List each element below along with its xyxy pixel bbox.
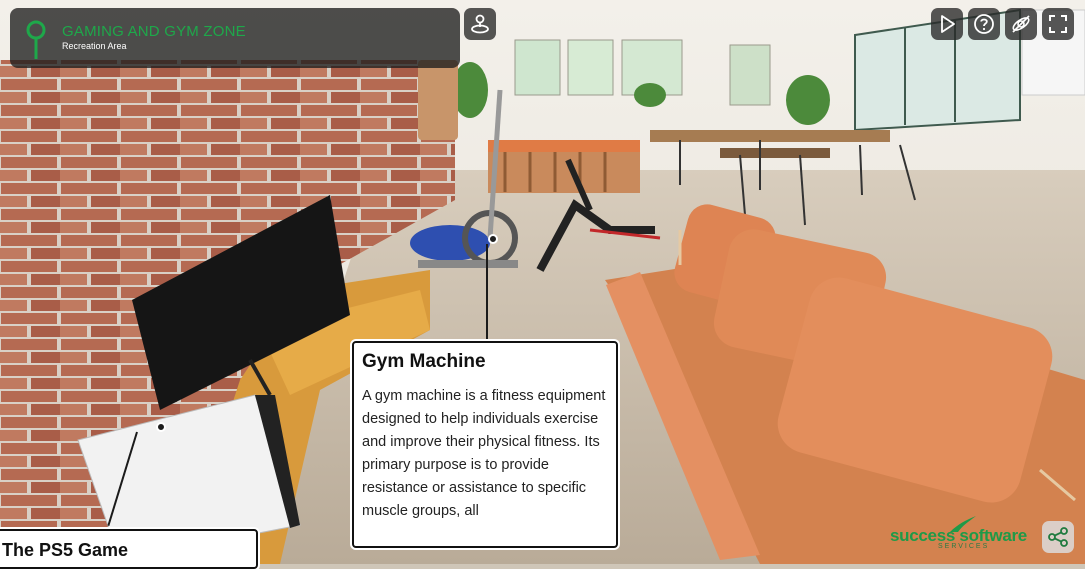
gym-card-title: Gym Machine — [362, 351, 486, 372]
play-icon — [941, 15, 955, 33]
ps5-hotspot-marker[interactable] — [156, 422, 166, 432]
ps5-card-title: The PS5 Game — [2, 540, 129, 560]
gym-card-description: A gym machine is a fitness equipment des… — [362, 388, 606, 519]
location-subtitle: Recreation Area — [62, 41, 127, 51]
map-joystick-button[interactable] — [464, 8, 496, 40]
gym-hotspot-marker[interactable] — [488, 234, 498, 244]
gyroscope-off-icon — [1012, 15, 1030, 33]
question-icon — [974, 14, 994, 34]
location-pin-icon — [26, 20, 46, 59]
location-title-panel: GAMING AND GYM ZONE Recreation Area — [10, 8, 460, 68]
share-icon — [1048, 527, 1068, 547]
help-button[interactable] — [968, 8, 1000, 40]
brand-logo-subtext: SERVICES — [938, 543, 990, 550]
joystick-map-icon — [471, 14, 489, 34]
gym-machine-info-card[interactable]: Gym Machine A gym machine is a fitness e… — [352, 341, 618, 548]
gyroscope-toggle-button[interactable] — [1005, 8, 1037, 40]
location-title: GAMING AND GYM ZONE — [62, 23, 246, 40]
gym-hotspot-leader-line — [486, 244, 488, 342]
fullscreen-icon — [1049, 15, 1067, 33]
ps5-info-card[interactable]: The PS5 Game — [0, 529, 258, 569]
brand-logo: success software SERVICES — [890, 516, 1035, 550]
fullscreen-button[interactable] — [1042, 8, 1074, 40]
play-button[interactable] — [931, 8, 963, 40]
share-button[interactable] — [1042, 521, 1074, 553]
